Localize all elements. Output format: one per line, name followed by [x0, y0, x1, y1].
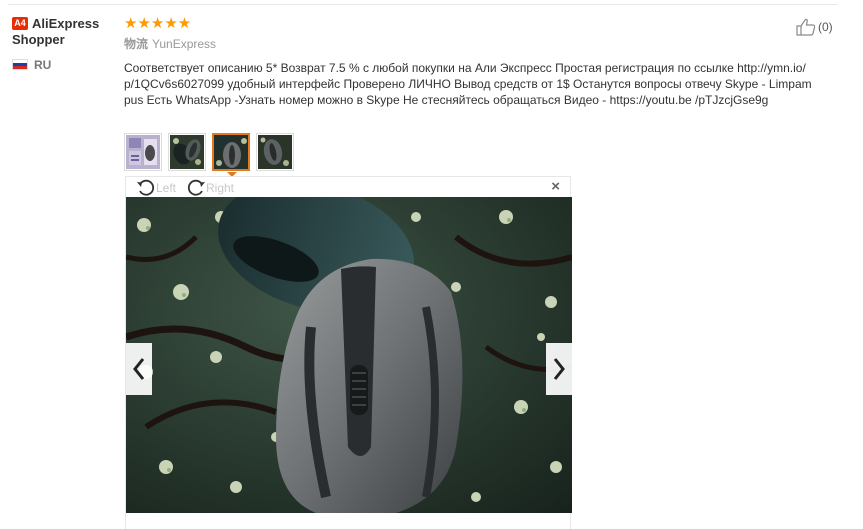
thumbs-up-icon — [796, 18, 816, 36]
rotate-left-button[interactable]: Left — [136, 179, 176, 197]
thumbnail-4[interactable] — [256, 133, 294, 171]
reviewer-name-row: A4 AliExpress Shopper — [12, 16, 120, 48]
helpful-count: (0) — [818, 20, 833, 34]
star-rating: ★★★★★ — [124, 15, 192, 32]
thumbnail-3-selected[interactable] — [212, 133, 250, 177]
russia-flag-icon — [12, 59, 28, 70]
reviewer-info: A4 AliExpress Shopper RU — [12, 16, 120, 72]
thumbnail-1-image — [126, 135, 160, 169]
chevron-right-icon — [553, 358, 565, 380]
country-code: RU — [34, 58, 52, 72]
thumbnail-2[interactable] — [168, 133, 206, 171]
review-text: Соответствует описанию 5* Возврат 7.5 % … — [124, 61, 812, 107]
chevron-left-icon — [133, 358, 145, 380]
image-viewer: Left Right × — [125, 176, 572, 529]
close-viewer-button[interactable]: × — [551, 178, 560, 196]
logistics-label: 物流 — [124, 37, 149, 51]
rotate-right-button[interactable]: Right — [186, 179, 234, 197]
thumbnail-2-image — [170, 135, 204, 169]
top-divider — [8, 4, 838, 5]
thumbnail-4-image — [258, 135, 292, 169]
rotate-left-icon — [137, 179, 155, 196]
review-photo — [126, 197, 572, 513]
review-thumbnails — [124, 133, 294, 177]
reviewer-country: RU — [12, 58, 120, 72]
helpful-button[interactable]: (0) — [796, 18, 833, 36]
logistics-info: 物流 YunExpress — [124, 37, 814, 51]
rotate-right-icon — [187, 179, 205, 196]
buyer-level-badge: A4 — [12, 17, 28, 30]
logistics-company: YunExpress — [152, 37, 217, 51]
thumbnail-1[interactable] — [124, 133, 162, 171]
rotate-right-label: Right — [206, 181, 235, 195]
rotate-left-label: Left — [156, 181, 177, 195]
review-photo-image — [126, 197, 572, 513]
viewer-toolbar: Left Right × — [126, 177, 570, 197]
previous-image-button[interactable] — [126, 343, 152, 395]
thumbnail-3-image — [214, 135, 248, 169]
review-body: ★★★★★ 物流 YunExpress Соответствует описани… — [124, 16, 814, 108]
next-image-button[interactable] — [546, 343, 572, 395]
